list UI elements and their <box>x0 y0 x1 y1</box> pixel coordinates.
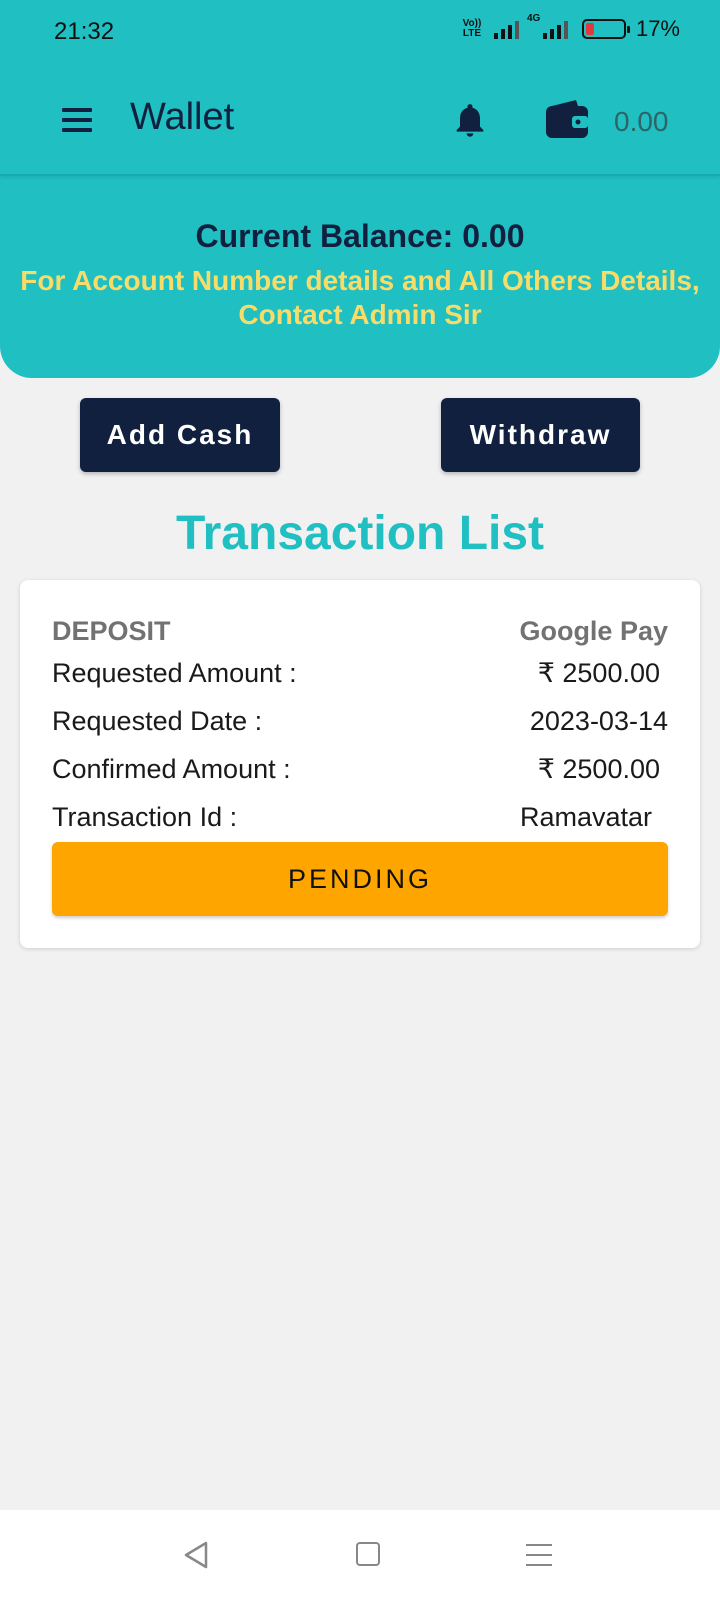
payment-method: Google Pay <box>519 616 668 646</box>
status-time: 21:32 <box>54 18 115 45</box>
admin-notice: For Account Number details and All Other… <box>20 265 700 330</box>
network-4g-icon: 4G <box>527 13 568 39</box>
wallet-amount: 0.00 <box>614 106 669 137</box>
withdraw-button[interactable]: Withdraw <box>441 398 640 472</box>
transaction-header: DEPOSIT Google Pay <box>52 616 668 656</box>
back-icon[interactable] <box>182 1540 210 1570</box>
confirmed-amount-row: Confirmed Amount : ₹ 2500.00 <box>52 754 668 794</box>
transaction-card: DEPOSIT Google Pay Requested Amount : ₹ … <box>20 580 700 948</box>
status-bar: 21:32 Vo)) LTE 4G 17% <box>0 0 720 64</box>
transaction-id-row: Transaction Id : Ramavatar <box>52 802 668 842</box>
status-pending-button[interactable]: PENDING <box>52 842 668 916</box>
add-cash-button[interactable]: Add Cash <box>80 398 280 472</box>
bell-icon[interactable] <box>450 98 490 142</box>
requested-date-row: Requested Date : 2023-03-14 <box>52 706 668 746</box>
status-icons: Vo)) LTE 4G 17% <box>460 13 680 42</box>
transaction-id-label: Transaction Id : <box>52 802 238 832</box>
app-bar: Wallet 0.00 <box>0 64 720 176</box>
requested-date-value: 2023-03-14 <box>529 706 668 736</box>
system-nav-bar <box>0 1510 720 1600</box>
requested-amount-value: ₹ 2500.00 <box>537 658 660 688</box>
menu-icon[interactable] <box>62 108 92 132</box>
current-balance: Current Balance: 0.00 <box>195 218 525 254</box>
recents-icon[interactable] <box>526 1542 552 1566</box>
confirmed-amount-value: ₹ 2500.00 <box>537 754 660 784</box>
requested-date-label: Requested Date : <box>52 706 263 736</box>
battery-percent: 17% <box>635 16 680 41</box>
home-icon[interactable] <box>356 1542 380 1566</box>
requested-amount-label: Requested Amount : <box>52 658 297 688</box>
page-title: Wallet <box>130 96 235 138</box>
volte-icon: Vo)) LTE <box>462 18 482 39</box>
signal-icon <box>493 19 519 39</box>
wallet-icon[interactable] <box>546 100 588 138</box>
requested-amount-row: Requested Amount : ₹ 2500.00 <box>52 658 668 698</box>
transaction-type: DEPOSIT <box>52 616 171 646</box>
transaction-list-title: Transaction List <box>175 507 545 560</box>
battery-icon <box>581 19 630 39</box>
confirmed-amount-label: Confirmed Amount : <box>52 754 291 784</box>
transaction-id-value: Ramavatar <box>519 802 652 832</box>
